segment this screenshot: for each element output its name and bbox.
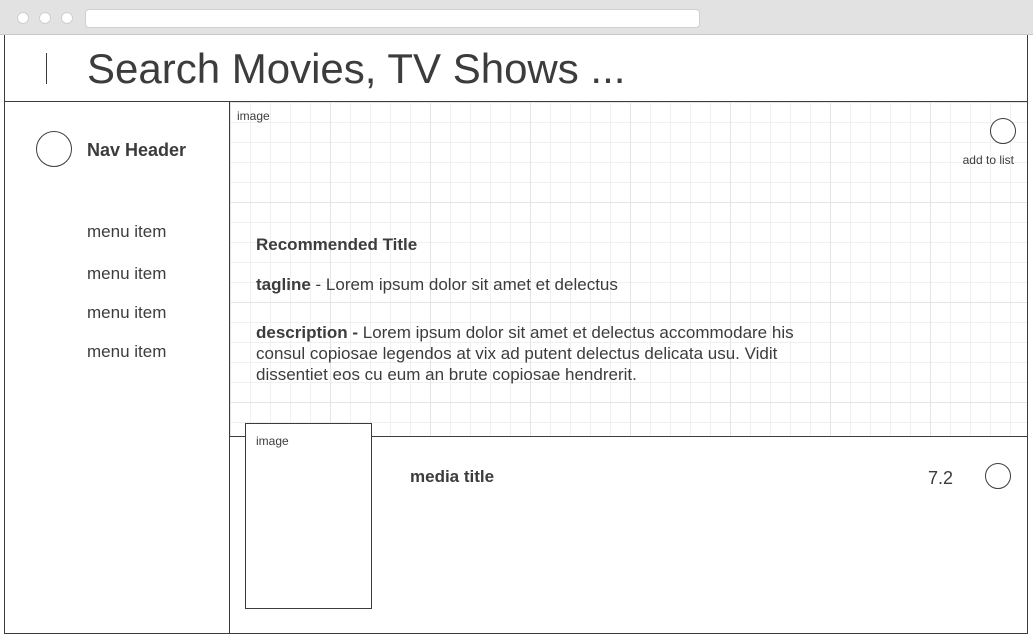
window-minimize-dot[interactable]: [39, 12, 51, 24]
hero-image-placeholder: image add to list Recommended Title tagl…: [230, 102, 1027, 437]
search-bar[interactable]: Search Movies, TV Shows ...: [5, 35, 1027, 102]
add-to-list-label[interactable]: add to list: [963, 153, 1014, 167]
sidebar-menu-item-2[interactable]: menu item: [87, 264, 166, 284]
nav-header: Nav Header: [87, 140, 187, 160]
recommended-title: Recommended Title: [256, 235, 418, 254]
browser-chrome: [0, 0, 1033, 35]
media-title[interactable]: media title: [410, 467, 494, 487]
address-bar[interactable]: [85, 9, 700, 28]
window-maximize-dot[interactable]: [61, 12, 73, 24]
sidebar: Nav Header menu item menu item menu item…: [5, 102, 230, 633]
add-to-list-button[interactable]: [990, 118, 1016, 144]
tagline-text: - Lorem ipsum dolor sit amet et delectus: [310, 275, 618, 294]
sidebar-menu-item-1[interactable]: menu item: [87, 222, 166, 242]
hero-image-label: image: [237, 109, 270, 123]
sidebar-menu-item-3[interactable]: menu item: [87, 303, 166, 323]
media-list-item[interactable]: image media title 7.2: [230, 423, 1027, 633]
sidebar-menu-item-4[interactable]: menu item: [87, 342, 166, 362]
tagline-key: tagline: [256, 275, 311, 294]
media-poster-placeholder[interactable]: image: [245, 423, 372, 609]
description: description - Lorem ipsum dolor sit amet…: [256, 322, 816, 385]
window-close-dot[interactable]: [17, 12, 29, 24]
avatar[interactable]: [36, 131, 72, 167]
description-key: description -: [256, 323, 359, 342]
tagline: tagline - Lorem ipsum dolor sit amet et …: [256, 275, 618, 295]
media-action-button[interactable]: [985, 463, 1011, 489]
app-frame: Search Movies, TV Shows ... Nav Header m…: [4, 35, 1028, 634]
media-image-label: image: [256, 434, 289, 448]
media-rating: 7.2: [928, 468, 954, 488]
text-cursor: [46, 53, 47, 84]
search-input[interactable]: Search Movies, TV Shows ...: [87, 45, 625, 93]
